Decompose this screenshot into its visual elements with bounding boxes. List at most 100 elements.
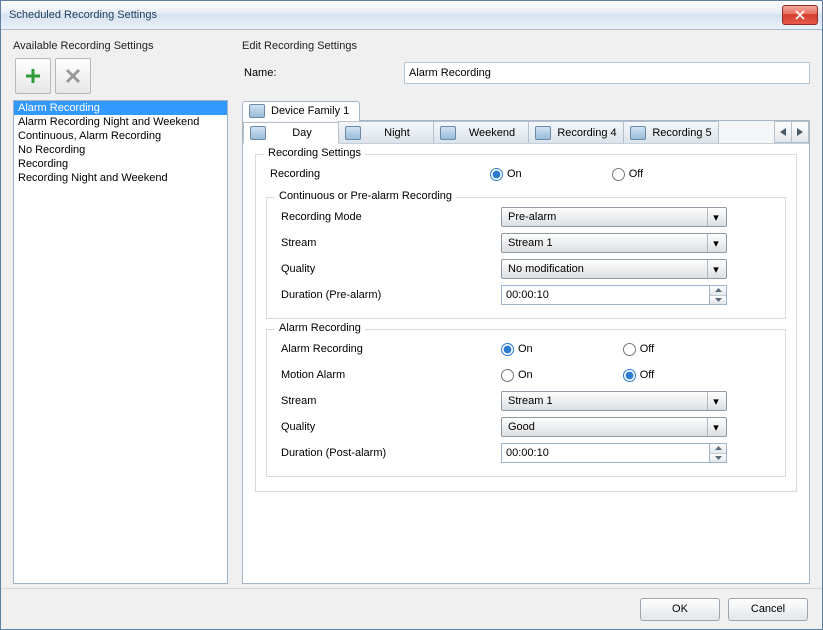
dialog-footer: OK Cancel xyxy=(1,588,822,629)
quality2-row: Quality Good ▾ xyxy=(277,414,775,440)
name-input[interactable] xyxy=(404,62,810,84)
recording-off[interactable]: Off xyxy=(612,168,643,181)
quality2-select[interactable]: Good ▾ xyxy=(501,417,727,437)
schedule-tab-label: Weekend xyxy=(462,127,522,139)
alarm-legend: Alarm Recording xyxy=(275,322,365,334)
cancel-button[interactable]: Cancel xyxy=(728,598,808,621)
spin-down-button[interactable] xyxy=(710,296,726,305)
mode-row: Recording Mode Pre-alarm ▾ xyxy=(277,204,775,230)
available-settings-label: Available Recording Settings xyxy=(13,40,228,52)
quality2-label: Quality xyxy=(277,421,501,433)
alarmrec-on-radio[interactable] xyxy=(501,343,514,356)
schedule-tab-label: Day xyxy=(272,127,332,139)
alarmrec-off[interactable]: Off xyxy=(623,343,654,356)
spin-down-button[interactable] xyxy=(710,454,726,463)
recording-on[interactable]: On xyxy=(490,168,522,181)
alarmrec-label: Alarm Recording xyxy=(277,343,501,355)
duration-post-spinbtns xyxy=(709,443,727,463)
stream-select[interactable]: Stream 1 ▾ xyxy=(501,233,727,253)
recording-on-radio[interactable] xyxy=(490,168,503,181)
list-item[interactable]: Alarm Recording Night and Weekend xyxy=(14,115,227,129)
schedule-tab-day[interactable]: Day xyxy=(243,122,339,144)
duration-pre-row: Duration (Pre-alarm) xyxy=(277,282,775,308)
schedule-tab-recording-4[interactable]: Recording 4 xyxy=(528,121,624,143)
window-title: Scheduled Recording Settings xyxy=(9,9,782,21)
motion-off[interactable]: Off xyxy=(623,369,654,382)
recording-off-radio[interactable] xyxy=(612,168,625,181)
available-settings-list[interactable]: Alarm RecordingAlarm Recording Night and… xyxy=(13,100,228,584)
duration-pre-input[interactable] xyxy=(501,285,709,305)
device-family-tabs: Device Family 1 xyxy=(242,98,810,120)
duration-pre-label: Duration (Pre-alarm) xyxy=(277,289,501,301)
edit-settings-label: Edit Recording Settings xyxy=(242,40,810,52)
schedule-icon xyxy=(250,126,266,140)
chevron-down-icon: ▾ xyxy=(707,260,724,278)
add-button[interactable] xyxy=(15,58,51,94)
duration-post-spinner[interactable] xyxy=(501,443,727,463)
quality-select[interactable]: No modification ▾ xyxy=(501,259,727,279)
motion-off-radio[interactable] xyxy=(623,369,636,382)
stream2-select[interactable]: Stream 1 ▾ xyxy=(501,391,727,411)
stream-label: Stream xyxy=(277,237,501,249)
name-row: Name: xyxy=(244,62,810,84)
schedule-tab-recording-5[interactable]: Recording 5 xyxy=(623,121,719,143)
device-family-tab[interactable]: Device Family 1 xyxy=(242,101,360,121)
chevron-down-icon xyxy=(715,298,722,302)
recording-row: Recording On Off xyxy=(266,161,786,187)
duration-pre-spinner[interactable] xyxy=(501,285,727,305)
schedule-icon xyxy=(535,126,551,140)
recording-settings-legend: Recording Settings xyxy=(264,147,365,159)
schedule-tab-night[interactable]: Night xyxy=(338,121,434,143)
motion-on-radio[interactable] xyxy=(501,369,514,382)
available-toolbar xyxy=(13,58,228,94)
list-item[interactable]: Alarm Recording xyxy=(14,101,227,115)
motion-row: Motion Alarm On Off xyxy=(277,362,775,388)
motion-radios: On Off xyxy=(501,369,654,382)
duration-post-row: Duration (Post-alarm) xyxy=(277,440,775,466)
stream2-row: Stream Stream 1 ▾ xyxy=(277,388,775,414)
tab-scroll-right-button[interactable] xyxy=(792,121,809,143)
stream2-label: Stream xyxy=(277,395,501,407)
schedule-tab-label: Recording 4 xyxy=(557,127,617,139)
schedule-tab-weekend[interactable]: Weekend xyxy=(433,121,529,143)
list-item[interactable]: No Recording xyxy=(14,143,227,157)
schedule-icon xyxy=(440,126,456,140)
dialog-window: Scheduled Recording Settings Available R… xyxy=(0,0,823,630)
spin-up-button[interactable] xyxy=(710,286,726,296)
close-button[interactable] xyxy=(782,5,818,25)
chevron-down-icon: ▾ xyxy=(707,418,724,436)
continuous-legend: Continuous or Pre-alarm Recording xyxy=(275,190,456,202)
quality-label: Quality xyxy=(277,263,501,275)
alarmrec-off-radio[interactable] xyxy=(623,343,636,356)
tab-scroll-left-button[interactable] xyxy=(774,121,792,143)
device-family-tab-label: Device Family 1 xyxy=(271,105,349,117)
spin-up-button[interactable] xyxy=(710,444,726,454)
delete-button[interactable] xyxy=(55,58,91,94)
name-label: Name: xyxy=(244,67,404,79)
duration-post-input[interactable] xyxy=(501,443,709,463)
chevron-up-icon xyxy=(715,288,722,292)
recording-settings-group: Recording Settings Recording On Off xyxy=(255,154,797,492)
list-item[interactable]: Continuous, Alarm Recording xyxy=(14,129,227,143)
list-item[interactable]: Recording Night and Weekend xyxy=(14,171,227,185)
list-item[interactable]: Recording xyxy=(14,157,227,171)
available-settings-panel: Available Recording Settings Alarm Recor… xyxy=(13,40,228,584)
chevron-down-icon: ▾ xyxy=(707,234,724,252)
mode-select[interactable]: Pre-alarm ▾ xyxy=(501,207,727,227)
plus-icon xyxy=(23,66,43,86)
close-icon xyxy=(795,10,805,20)
titlebar: Scheduled Recording Settings xyxy=(1,1,822,30)
alarmrec-on[interactable]: On xyxy=(501,343,533,356)
ok-button[interactable]: OK xyxy=(640,598,720,621)
duration-post-label: Duration (Post-alarm) xyxy=(277,447,501,459)
chevron-down-icon: ▾ xyxy=(707,208,724,226)
alarm-group: Alarm Recording Alarm Recording On xyxy=(266,329,786,477)
recording-label: Recording xyxy=(266,168,490,180)
motion-on[interactable]: On xyxy=(501,369,533,382)
schedule-tab-label: Recording 5 xyxy=(652,127,712,139)
chevron-down-icon xyxy=(715,456,722,460)
stream-row: Stream Stream 1 ▾ xyxy=(277,230,775,256)
schedule-tab-label: Night xyxy=(367,127,427,139)
delete-icon xyxy=(64,67,82,85)
alarmrec-radios: On Off xyxy=(501,343,654,356)
